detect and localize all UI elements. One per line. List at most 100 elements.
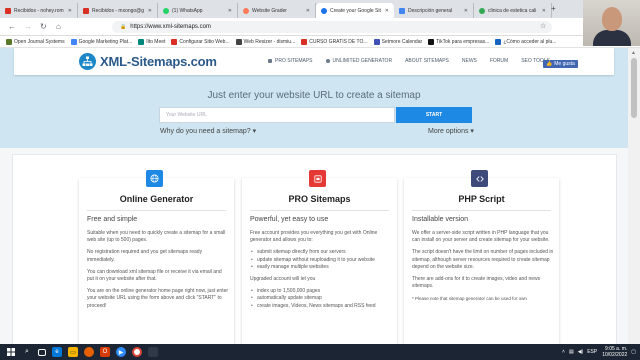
hero-headline: Just enter your website URL to create a …: [207, 90, 421, 101]
clock-date: 10/02/2022: [602, 352, 628, 358]
list-item: update sitemap without reuploading it to…: [250, 257, 392, 264]
tab-gmail-2[interactable]: Recibidos - mxongo@g ✕: [78, 3, 158, 18]
chevron-up-icon[interactable]: ˄: [562, 349, 565, 355]
gmail-icon: [5, 7, 11, 14]
card-pro-sitemaps: PRO Sitemaps Powerful, yet easy to use F…: [242, 170, 397, 344]
network-icon[interactable]: ▤: [569, 349, 574, 355]
bookmark-icon: [171, 38, 178, 45]
bookmark-item[interactable]: TikTok para empresas...: [428, 38, 490, 45]
tab-whatsapp[interactable]: (1) WhatsApp ✕: [158, 3, 238, 18]
nav-forum[interactable]: FORUM: [490, 58, 508, 64]
gmail-icon: [83, 7, 89, 14]
close-icon[interactable]: ✕: [146, 8, 152, 14]
notification-icon[interactable]: ▢: [631, 349, 636, 355]
close-icon[interactable]: ✕: [383, 8, 389, 14]
card-body: Suitable when you need to quickly create…: [87, 230, 229, 315]
tab-gmail-1[interactable]: Recibidos - nohey.rom ✕: [0, 3, 78, 18]
why-sitemap-dropdown[interactable]: Why do you need a sitemap? ▾: [160, 127, 256, 135]
scroll-up-icon[interactable]: ▲: [631, 50, 636, 56]
close-icon[interactable]: ✕: [226, 8, 232, 14]
grid-icon: [268, 59, 272, 63]
office-icon[interactable]: O: [100, 347, 110, 357]
bookmark-item[interactable]: Open Journal Systems: [6, 38, 65, 45]
bookmark-item[interactable]: Google Marketing Plat...: [70, 38, 132, 45]
bookmark-icon: [235, 38, 242, 45]
star-icon[interactable]: ☆: [540, 22, 546, 31]
zoom-icon[interactable]: ▶: [116, 347, 126, 357]
edge-icon[interactable]: e: [52, 347, 62, 357]
nav-news[interactable]: NEWS: [462, 58, 477, 64]
windows-start-icon[interactable]: [6, 347, 16, 357]
card-divider: [250, 210, 389, 211]
more-options-dropdown[interactable]: More options ▾: [428, 127, 474, 135]
close-icon[interactable]: ✕: [540, 8, 546, 14]
lock-icon: 🔒: [120, 24, 127, 30]
site-logo[interactable]: XML-Sitemaps.com: [79, 53, 217, 70]
task-view-icon[interactable]: [38, 348, 46, 356]
tab-google-sites[interactable]: Create your Google Sit ✕: [316, 3, 394, 18]
card-paragraph: There are add-ons for it to create image…: [412, 276, 541, 290]
scrollbar-thumb[interactable]: [631, 58, 637, 118]
new-tab-button[interactable]: +: [551, 4, 556, 13]
search-icon[interactable]: ⌕: [22, 347, 32, 357]
tab-clinica[interactable]: clinica de estetica cali ✕: [474, 3, 552, 18]
volume-icon[interactable]: ◀): [578, 349, 584, 355]
webcam-person-head: [602, 7, 622, 31]
close-icon[interactable]: ✕: [462, 8, 468, 14]
tab-title: Website Grader: [252, 7, 287, 14]
browser-tab-strip: Recibidos - nohey.rom ✕ Recibidos - mxon…: [0, 0, 640, 18]
nav-unlimited-generator[interactable]: UNLIMITED GENERATOR: [325, 58, 392, 64]
card-paragraph: Upgraded account will let you: [250, 276, 316, 283]
tab-title: clinica de estetica cali: [488, 7, 537, 14]
bookmark-label: TikTok para empresas...: [436, 38, 490, 45]
nav-about-sitemaps[interactable]: ABOUT SITEMAPS: [405, 58, 449, 64]
card-title: PRO Sitemaps: [288, 194, 351, 204]
nav-label: NEWS: [461, 58, 477, 64]
bookmark-item[interactable]: CURSO GRATIS DE TO...: [301, 38, 368, 45]
webcam-person-body: [593, 30, 631, 46]
clock[interactable]: 9:05 a. m. 10/02/2022: [602, 346, 627, 358]
hubspot-icon: [243, 7, 249, 14]
start-button[interactable]: START: [396, 107, 472, 123]
facebook-like-button[interactable]: 👍 Me gusta: [543, 60, 578, 68]
caret-down-icon: ▾: [470, 128, 474, 135]
thumbs-up-icon: 👍: [546, 61, 553, 67]
nav-label: PRO SITEMAPS: [275, 58, 313, 64]
home-icon[interactable]: ⌂: [56, 22, 61, 31]
forward-arrow-icon[interactable]: →: [24, 22, 32, 31]
website-url-input[interactable]: Your Website URL: [159, 107, 395, 123]
nav-label: FORUM: [489, 58, 509, 64]
url-placeholder: Your Website URL: [166, 112, 207, 118]
app-icon[interactable]: [148, 347, 158, 357]
back-arrow-icon[interactable]: ←: [8, 22, 16, 31]
address-bar[interactable]: 🔒 https://www.xml-sitemaps.com: [112, 21, 552, 33]
bookmark-item[interactable]: Configurar Sitio Web...: [171, 38, 230, 45]
close-icon[interactable]: ✕: [304, 8, 310, 14]
language-indicator[interactable]: ESP: [587, 349, 597, 355]
infinity-icon: [325, 59, 330, 63]
nav-pro-sitemaps[interactable]: PRO SITEMAPS: [268, 58, 313, 64]
firefox-icon[interactable]: [84, 347, 94, 357]
feature-list: submit sitemap directly from our servers…: [250, 249, 392, 271]
tab-website-grader[interactable]: Website Grader ✕: [238, 3, 316, 18]
system-tray: ˄ ▤ ◀) ESP 9:05 a. m. 10/02/2022 ▢: [562, 346, 636, 358]
card-paragraph: We offer a server-side script written in…: [412, 230, 550, 244]
reload-icon[interactable]: ↻: [40, 22, 47, 31]
close-icon[interactable]: ✕: [66, 8, 72, 14]
file-explorer-icon[interactable]: ▭: [68, 347, 78, 357]
tab-descripcion[interactable]: Descripción general ✕: [394, 3, 474, 18]
card-paragraph: The script doesn't have the limit on num…: [412, 249, 554, 270]
bookmark-item[interactable]: Setmore Calendar: [373, 38, 422, 45]
bookmark-item[interactable]: Ilto Meet: [138, 38, 165, 45]
bookmark-item[interactable]: ¿Cómo acceder al plu...: [495, 38, 556, 45]
tab-title: Recibidos - nohey.rom: [14, 7, 64, 14]
bookmark-item[interactable]: Web Resizer - dismiu...: [235, 38, 296, 45]
chrome-icon[interactable]: [132, 347, 142, 357]
globe-icon: [146, 170, 163, 187]
fb-label: Me gusta: [554, 61, 575, 67]
caret-down-icon: ▾: [252, 128, 257, 135]
card-paragraph: Free account provides you everything you…: [250, 230, 378, 244]
webcam-overlay: [583, 0, 640, 46]
bookmark-label: Web Resizer - dismiu...: [243, 38, 296, 45]
page-scrollbar[interactable]: ▲: [628, 48, 640, 344]
